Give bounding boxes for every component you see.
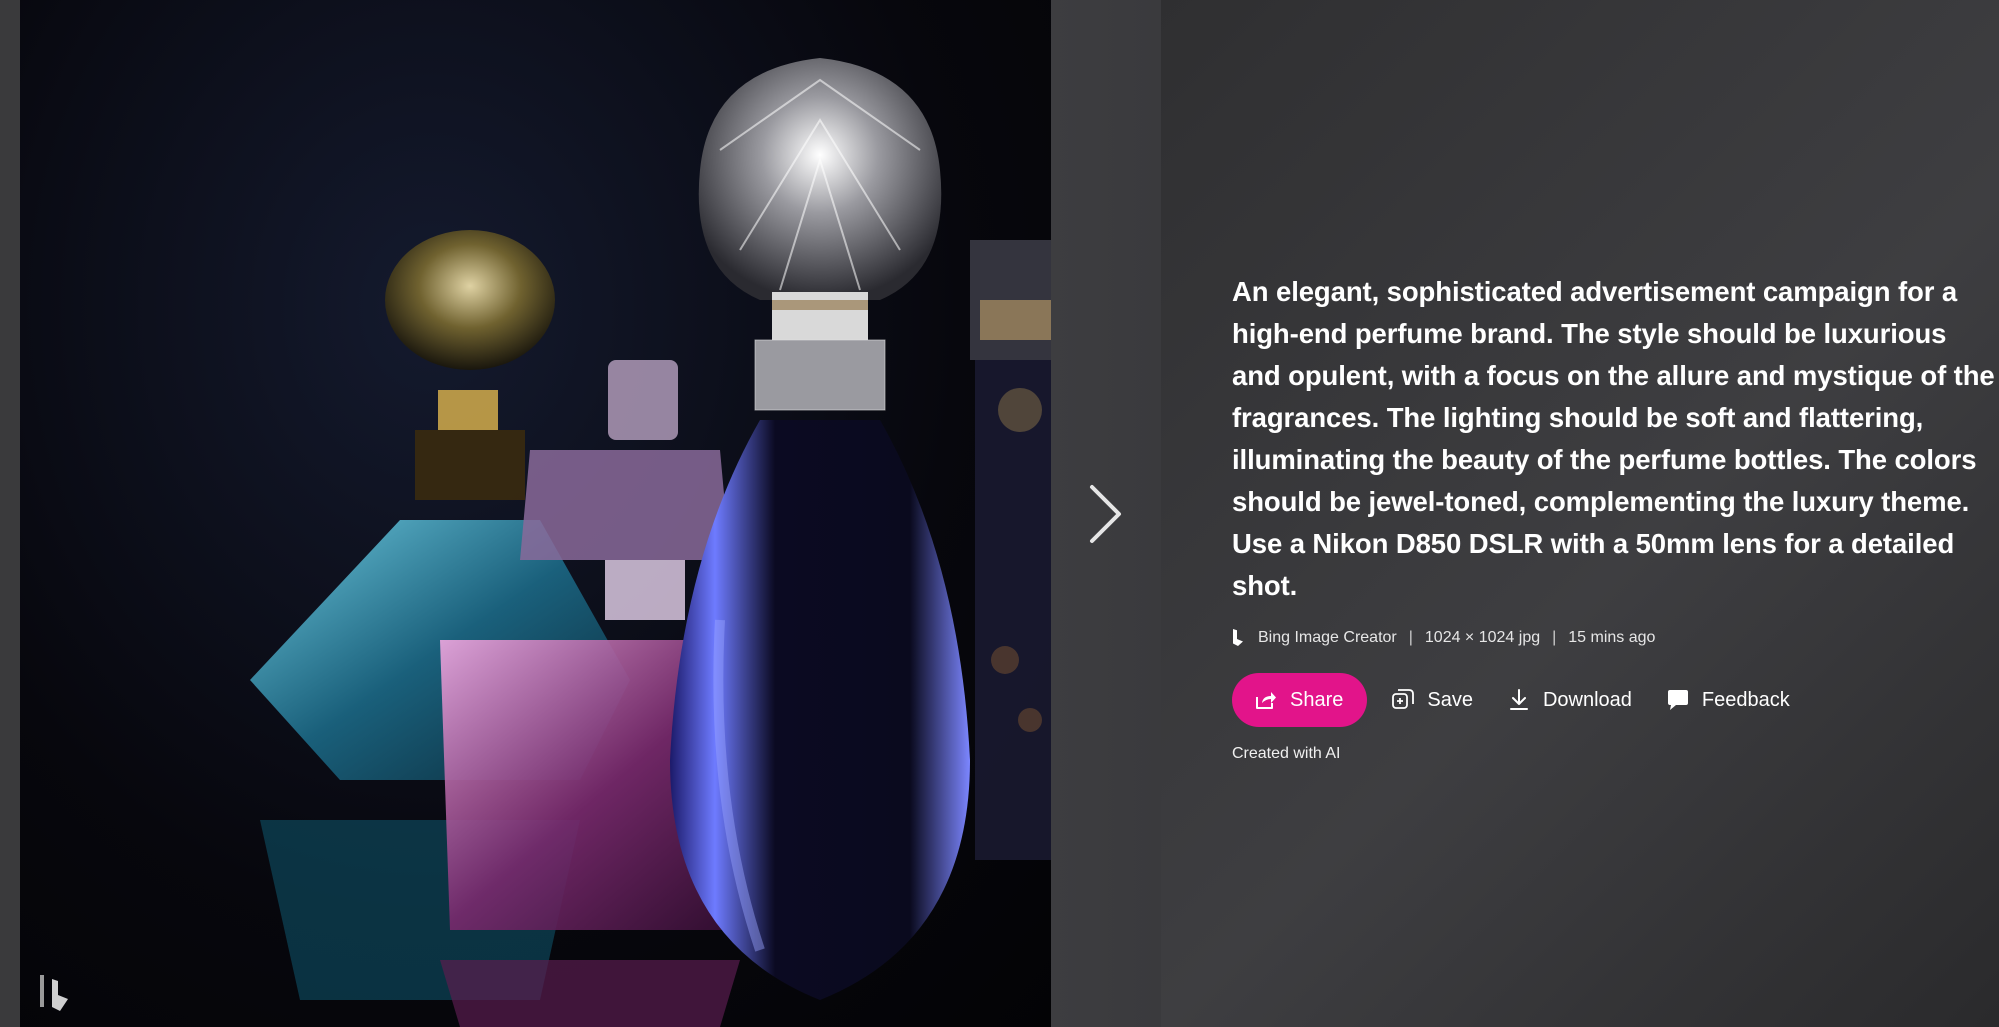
bing-logo-icon bbox=[40, 975, 80, 1015]
next-image-button[interactable] bbox=[1086, 479, 1126, 549]
details-panel: An elegant, sophisticated advertisement … bbox=[1161, 0, 1999, 1027]
created-with-ai-label: Created with AI bbox=[1232, 745, 1341, 762]
save-collection-icon bbox=[1391, 688, 1415, 712]
feedback-button[interactable]: Feedback bbox=[1666, 673, 1790, 727]
source-label: Bing Image Creator bbox=[1258, 629, 1397, 646]
image-metadata: Bing Image Creator | 1024 × 1024 jpg | 1… bbox=[1232, 629, 1997, 647]
share-label: Share bbox=[1290, 688, 1344, 711]
feedback-label: Feedback bbox=[1701, 688, 1790, 711]
share-icon bbox=[1254, 688, 1278, 712]
share-button[interactable]: Share bbox=[1232, 673, 1368, 727]
perfume-bottles-illustration bbox=[250, 58, 1051, 1027]
image-prompt: An elegant, sophisticated advertisement … bbox=[1232, 276, 1995, 601]
download-button[interactable]: Download bbox=[1507, 673, 1632, 727]
separator: | bbox=[1408, 629, 1413, 646]
feedback-icon bbox=[1666, 688, 1690, 712]
bing-icon bbox=[1232, 629, 1248, 647]
dimensions-label: 1024 × 1024 jpg bbox=[1424, 629, 1541, 646]
navigation-zone bbox=[1051, 0, 1161, 1027]
generated-image[interactable] bbox=[20, 0, 1051, 1027]
download-icon bbox=[1507, 688, 1531, 712]
action-bar: Share Save Download Feedback bbox=[1232, 673, 1997, 727]
save-label: Save bbox=[1427, 688, 1473, 711]
details-content: An elegant, sophisticated advertisement … bbox=[1232, 271, 1997, 763]
chevron-right-icon bbox=[1090, 484, 1121, 543]
download-label: Download bbox=[1542, 688, 1632, 711]
separator: | bbox=[1552, 629, 1557, 646]
left-edge-strip bbox=[0, 0, 20, 1027]
time-ago-label: 15 mins ago bbox=[1568, 629, 1656, 646]
save-button[interactable]: Save bbox=[1391, 673, 1473, 727]
